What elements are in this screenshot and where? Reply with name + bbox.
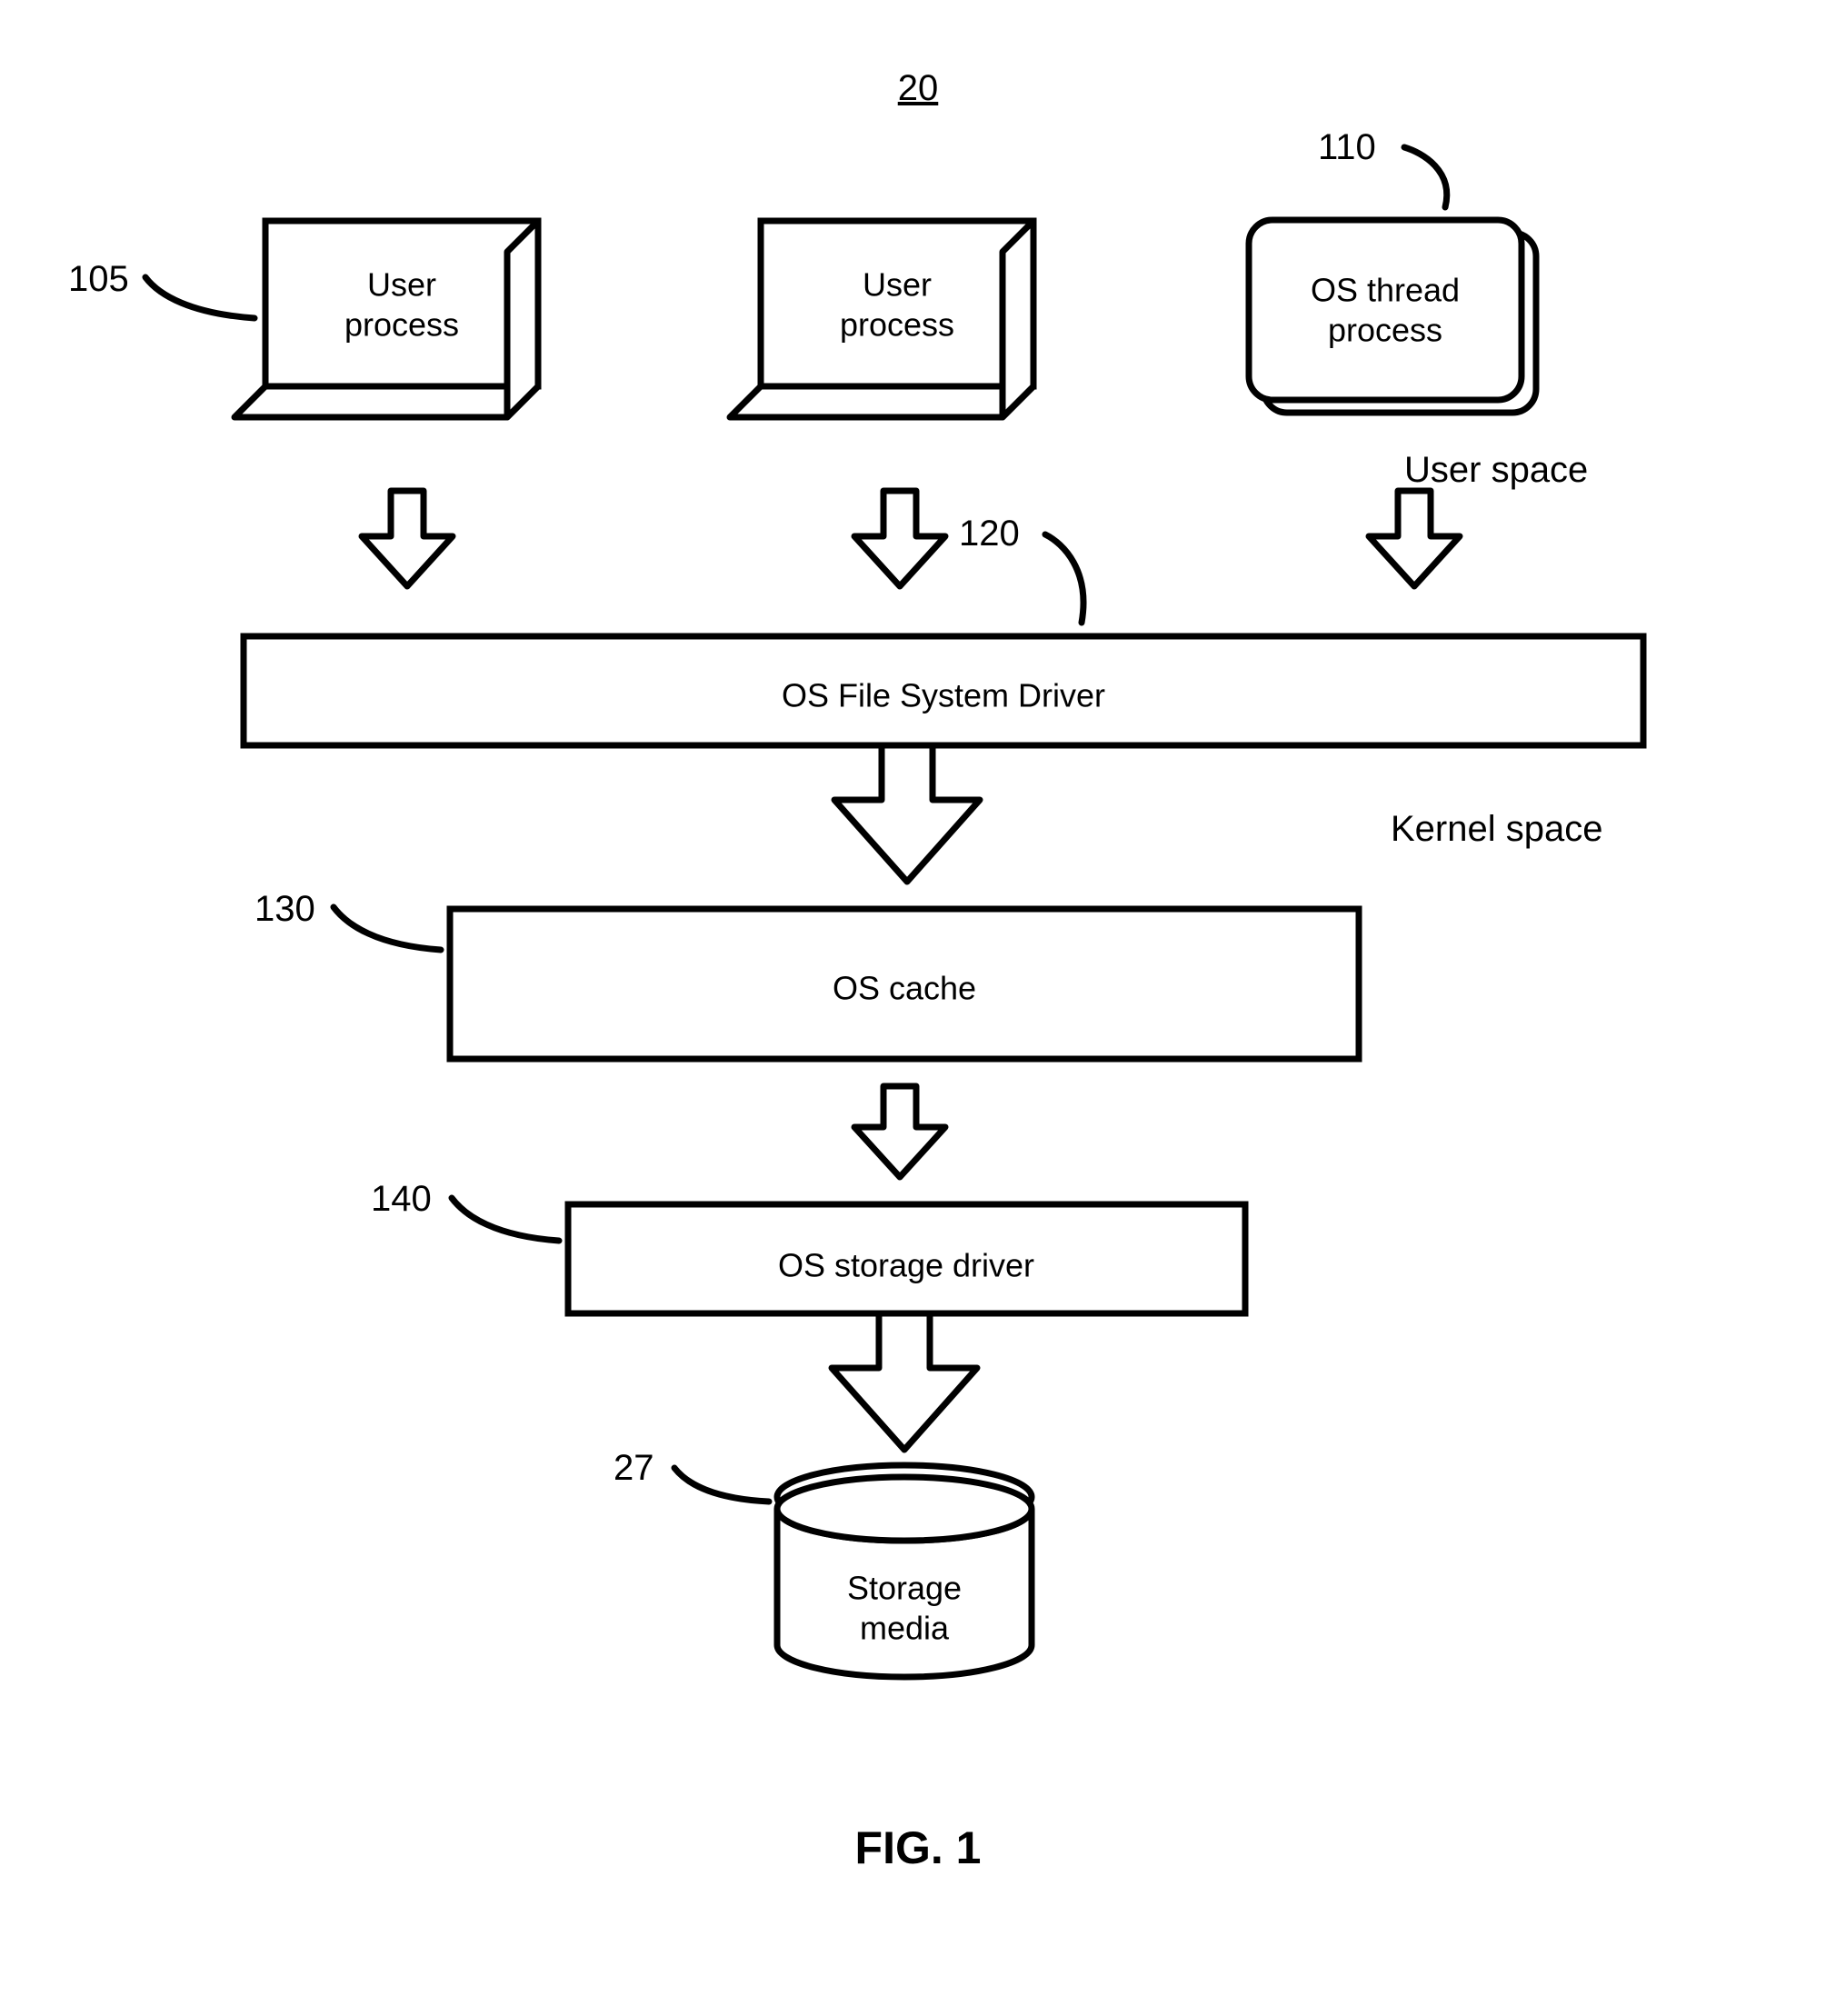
down-arrow-large-icon bbox=[832, 1313, 977, 1450]
user-process-box-2: User process bbox=[730, 221, 1033, 417]
user-space-label: User space bbox=[1404, 450, 1588, 490]
leader-line-27 bbox=[674, 1468, 769, 1502]
storage-media-label-line1: Storage bbox=[847, 1570, 962, 1607]
leader-line-140 bbox=[452, 1198, 559, 1241]
storage-media-label-line2: media bbox=[860, 1610, 950, 1647]
ref-110: 110 bbox=[1318, 127, 1376, 167]
ref-140: 140 bbox=[371, 1179, 432, 1219]
down-arrow-icon bbox=[362, 491, 453, 586]
figure-label: FIG. 1 bbox=[855, 1822, 982, 1873]
kernel-space-label: Kernel space bbox=[1391, 809, 1602, 849]
storage-driver-label: OS storage driver bbox=[778, 1247, 1034, 1284]
leader-line-110 bbox=[1404, 147, 1447, 207]
fs-driver-label: OS File System Driver bbox=[782, 677, 1105, 714]
user-process-2-label-line2: process bbox=[840, 306, 954, 344]
down-arrow-large-icon bbox=[834, 745, 980, 882]
diagram-ref-number: 20 bbox=[898, 68, 939, 108]
user-process-2-label-line1: User bbox=[863, 266, 932, 304]
down-arrow-icon bbox=[854, 491, 945, 586]
down-arrow-icon bbox=[1369, 491, 1460, 586]
user-process-1-label-line1: User bbox=[367, 266, 436, 304]
ref-27: 27 bbox=[614, 1448, 654, 1488]
down-arrow-icon bbox=[854, 1086, 945, 1177]
storage-media-cylinder: Storage media bbox=[777, 1465, 1032, 1677]
os-thread-process-box: OS thread process bbox=[1249, 220, 1536, 413]
ref-120: 120 bbox=[959, 514, 1020, 554]
leader-line-105 bbox=[145, 277, 254, 318]
user-process-box-1: User process bbox=[234, 221, 538, 417]
user-process-1-label-line2: process bbox=[344, 306, 459, 344]
os-thread-label-line2: process bbox=[1328, 312, 1442, 349]
leader-line-130 bbox=[334, 907, 441, 950]
os-cache-label: OS cache bbox=[833, 970, 976, 1007]
ref-105: 105 bbox=[68, 259, 129, 299]
ref-130: 130 bbox=[254, 889, 315, 929]
diagram-root: 20 User process 105 User process OS thre… bbox=[0, 0, 1836, 2016]
os-thread-label-line1: OS thread bbox=[1311, 272, 1460, 309]
leader-line-120 bbox=[1045, 534, 1083, 623]
